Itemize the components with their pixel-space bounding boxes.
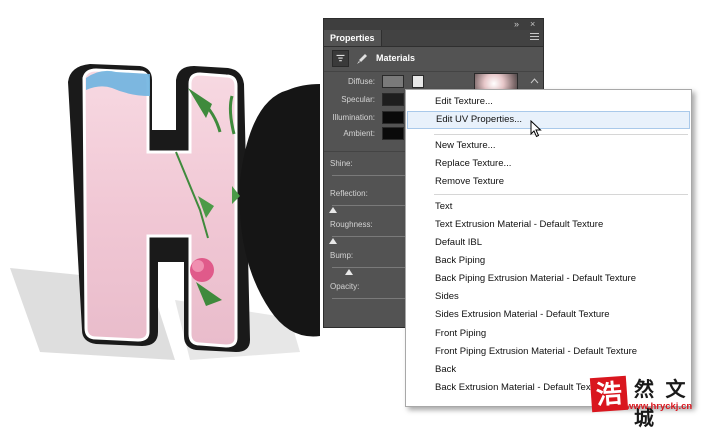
- double-chevron-icon[interactable]: »: [514, 19, 519, 30]
- opacity-slider[interactable]: [332, 298, 408, 299]
- menu-item-sides-extrusion[interactable]: Sides Extrusion Material - Default Textu…: [407, 306, 690, 324]
- watermark-seal: 浩: [589, 375, 629, 413]
- menu-item-front-piping[interactable]: Front Piping: [407, 325, 690, 343]
- bump-slider[interactable]: [332, 267, 408, 268]
- reflection-slider[interactable]: [332, 205, 408, 206]
- diffuse-label: Diffuse:: [348, 77, 375, 86]
- roughness-slider-thumb[interactable]: [329, 238, 337, 244]
- bump-label: Bump:: [330, 251, 354, 260]
- diffuse-swatch[interactable]: [382, 75, 404, 88]
- menu-separator: [434, 194, 688, 195]
- specular-label: Specular:: [341, 95, 375, 104]
- shine-slider[interactable]: [332, 175, 408, 176]
- panel-divider: [324, 71, 543, 72]
- materials-label: Materials: [376, 53, 416, 63]
- opacity-label: Opacity:: [330, 282, 360, 291]
- menu-item-new-texture[interactable]: New Texture...: [407, 137, 690, 155]
- menu-item-back-piping-extrusion[interactable]: Back Piping Extrusion Material - Default…: [407, 270, 690, 288]
- menu-item-edit-texture[interactable]: Edit Texture...: [407, 93, 690, 111]
- menu-item-edit-uv-properties[interactable]: Edit UV Properties...: [407, 111, 690, 129]
- texture-folder-button[interactable]: [412, 75, 424, 88]
- tab-properties[interactable]: Properties: [324, 30, 382, 46]
- bump-slider-thumb[interactable]: [345, 269, 353, 275]
- menu-item-back-piping[interactable]: Back Piping: [407, 252, 690, 270]
- ambient-label: Ambient:: [343, 129, 375, 138]
- illumination-label: Illumination:: [332, 113, 375, 122]
- menu-item-sides[interactable]: Sides: [407, 288, 690, 306]
- menu-item-remove-texture[interactable]: Remove Texture: [407, 173, 690, 191]
- menu-separator: [434, 134, 688, 135]
- chevron-up-icon[interactable]: [530, 77, 539, 86]
- menu-item-text-extrusion[interactable]: Text Extrusion Material - Default Textur…: [407, 216, 690, 234]
- ambient-swatch[interactable]: [382, 127, 404, 140]
- menu-item-default-ibl[interactable]: Default IBL: [407, 234, 690, 252]
- texture-context-menu: Edit Texture... Edit UV Properties... Ne…: [405, 89, 692, 407]
- reflection-slider-thumb[interactable]: [329, 207, 337, 213]
- roughness-slider[interactable]: [332, 236, 408, 237]
- materials-header: Materials: [324, 49, 543, 69]
- letter-o-extrusion: [239, 84, 320, 337]
- menu-item-front-piping-extrusion[interactable]: Front Piping Extrusion Material - Defaul…: [407, 343, 690, 361]
- menu-item-text[interactable]: Text: [407, 198, 690, 216]
- illumination-swatch[interactable]: [382, 111, 404, 124]
- panel-menu-icon[interactable]: [530, 33, 539, 42]
- close-icon[interactable]: ×: [530, 19, 535, 30]
- filter-icon[interactable]: [332, 50, 349, 67]
- brush-icon[interactable]: [356, 53, 368, 65]
- mouse-cursor-icon: [530, 120, 542, 138]
- reflection-label: Reflection:: [330, 189, 368, 198]
- shine-label: Shine:: [330, 159, 353, 168]
- letter-h-face: [82, 68, 238, 348]
- menu-item-replace-texture[interactable]: Replace Texture...: [407, 155, 690, 173]
- specular-swatch[interactable]: [382, 93, 404, 106]
- watermark-url: www.hryckj.cn: [626, 401, 693, 412]
- panel-topbar: » ×: [324, 19, 543, 30]
- panel-tab-row: Properties: [324, 30, 543, 47]
- roughness-label: Roughness:: [330, 220, 373, 229]
